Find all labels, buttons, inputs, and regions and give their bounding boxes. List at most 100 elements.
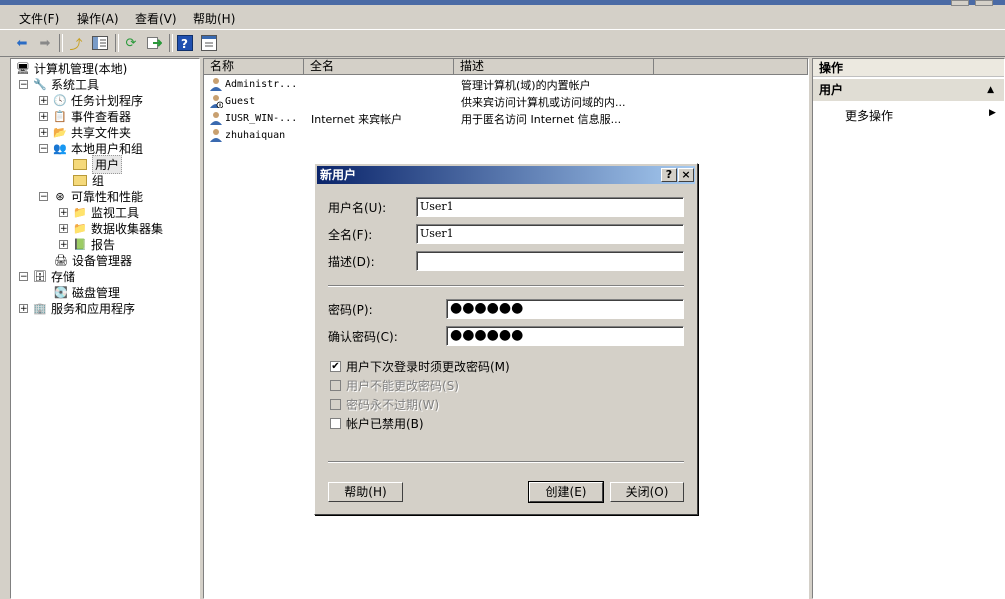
tree-item-disk-management[interactable]: 💽 磁盘管理 — [53, 284, 120, 300]
close-icon[interactable]: × — [678, 168, 694, 182]
fullname-field[interactable]: User1 — [416, 224, 684, 244]
tree-item-data-collector[interactable]: + 📁 数据收集器集 — [59, 220, 163, 236]
svg-text:?: ? — [181, 37, 188, 51]
up-icon[interactable]: ⤴ — [66, 33, 86, 53]
forward-icon[interactable]: ➡ — [35, 33, 55, 53]
expand-icon[interactable]: + — [39, 127, 48, 137]
back-icon[interactable]: ⬅ — [12, 33, 32, 53]
submenu-arrow-icon[interactable]: ▶ — [989, 108, 996, 118]
tree-label: 监视工具 — [91, 205, 140, 220]
tree-label: 存储 — [51, 269, 76, 284]
user-icon — [209, 128, 223, 142]
must-change-password-label: 用户下次登录时须更改密码(M) — [346, 360, 510, 374]
tree-item-storage[interactable]: − 🗄 存储 — [19, 268, 75, 284]
table-row[interactable]: zhuhaiquan — [209, 128, 799, 144]
menu-help[interactable]: 帮助(H) — [193, 10, 235, 27]
password-field[interactable]: ●●●●●● — [446, 299, 684, 319]
tree-label: 数据收集器集 — [91, 221, 164, 236]
device-manager-icon: 🖨 — [54, 253, 68, 267]
tree-item-monitoring-tools[interactable]: + 📁 监视工具 — [59, 204, 139, 220]
tree-item-system-tools[interactable]: − 🔧 系统工具 — [19, 76, 99, 92]
tree-item-reports[interactable]: + 📗 报告 — [59, 236, 115, 252]
expand-icon[interactable]: + — [59, 239, 68, 249]
cell-name: zhuhaiquan — [225, 130, 286, 141]
table-row[interactable]: Administr... 管理计算机(域)的内置帐户 — [209, 77, 799, 93]
export-icon[interactable] — [144, 33, 164, 53]
event-viewer-icon: 📋 — [53, 109, 67, 123]
actions-header: 操作 — [813, 59, 1004, 77]
expand-icon[interactable]: + — [19, 303, 28, 313]
new-user-dialog: 新用户 ? × 用户名(U): User1 全名(F): User1 描述(D)… — [314, 163, 698, 515]
confirm-password-label: 确认密码(C): — [328, 330, 398, 344]
collapse-icon[interactable]: − — [19, 271, 28, 281]
create-button[interactable]: 创建(E) — [528, 481, 604, 503]
menu-action[interactable]: 操作(A) — [77, 10, 119, 27]
collapse-icon[interactable]: − — [39, 191, 48, 201]
menu-view[interactable]: 查看(V) — [135, 10, 177, 27]
tree-item-local-users-groups[interactable]: − 👥 本地用户和组 — [39, 140, 143, 156]
account-disabled-label: 帐户已禁用(B) — [346, 417, 424, 431]
expand-icon[interactable]: + — [39, 95, 48, 105]
description-label: 描述(D): — [328, 255, 375, 269]
help-button[interactable]: 帮助(H) — [328, 482, 403, 502]
must-change-password-checkbox[interactable]: ✔ — [330, 361, 341, 372]
password-never-expires-checkbox[interactable] — [330, 399, 341, 410]
refresh-icon[interactable]: ⟳ — [121, 33, 141, 53]
description-field[interactable] — [416, 251, 684, 271]
tree-label: 设备管理器 — [72, 253, 133, 268]
more-actions-item[interactable]: 更多操作 — [845, 107, 893, 124]
column-header-description[interactable]: 描述 — [454, 59, 654, 75]
disk-icon: 💽 — [54, 285, 68, 299]
cannot-change-password-checkbox[interactable] — [330, 380, 341, 391]
user-icon — [209, 111, 223, 125]
expand-icon[interactable]: + — [59, 207, 68, 217]
cell-name: Administr... — [225, 79, 298, 90]
username-field[interactable]: User1 — [416, 197, 684, 217]
tree-label: 可靠性和性能 — [71, 189, 144, 204]
actions-section-users[interactable]: 用户 ▲ — [813, 79, 1004, 101]
actions-pane: 操作 用户 ▲ 更多操作 ▶ — [812, 58, 1005, 599]
table-row[interactable]: Guest 供来宾访问计算机或访问域的内... — [209, 94, 799, 110]
cell-description: 管理计算机(域)的内置帐户 — [461, 79, 591, 92]
folder-icon — [73, 174, 87, 186]
help-icon[interactable]: ? — [175, 33, 195, 53]
table-row[interactable]: IUSR_WIN-... Internet 来宾帐户 用于匿名访问 Intern… — [209, 111, 799, 127]
user-icon — [209, 77, 223, 91]
more-actions-label: 更多操作 — [845, 109, 894, 123]
tree-item-users[interactable]: 用户 — [73, 154, 123, 174]
password-never-expires-label: 密码永不过期(W) — [346, 398, 440, 412]
collapse-icon[interactable]: − — [19, 79, 28, 89]
tree-item-event-viewer[interactable]: + 📋 事件查看器 — [39, 108, 131, 124]
tree-item-task-scheduler[interactable]: + 🕓 任务计划程序 — [39, 92, 143, 108]
properties-icon[interactable] — [199, 33, 219, 53]
tree-item-computer-management[interactable]: 🖥 计算机管理(本地) — [15, 60, 127, 76]
tree-item-device-manager[interactable]: 🖨 设备管理器 — [53, 252, 132, 268]
column-header-fullname[interactable]: 全名 — [304, 59, 454, 75]
expand-icon[interactable]: + — [39, 111, 48, 121]
tree-item-reliability[interactable]: − ⊛ 可靠性和性能 — [39, 188, 143, 204]
menu-bar: 文件(F) 操作(A) 查看(V) 帮助(H) — [0, 6, 1005, 28]
column-header-name[interactable]: 名称 — [204, 59, 304, 75]
toolbar-separator — [115, 34, 119, 52]
collapse-arrow-icon[interactable]: ▲ — [987, 79, 994, 101]
window-title-strip — [0, 0, 1005, 6]
expand-icon[interactable]: + — [59, 223, 68, 233]
help-button-icon[interactable]: ? — [661, 168, 677, 182]
show-hide-tree-icon[interactable] — [90, 33, 110, 53]
tree-label: 任务计划程序 — [71, 93, 144, 108]
cell-description: 用于匿名访问 Internet 信息服... — [461, 113, 622, 126]
confirm-password-field[interactable]: ●●●●●● — [446, 326, 684, 346]
tree-item-services-apps[interactable]: + 🏢 服务和应用程序 — [19, 300, 135, 316]
account-disabled-checkbox[interactable] — [330, 418, 341, 429]
cell-description: 供来宾访问计算机或访问域的内... — [461, 96, 626, 109]
user-icon — [209, 94, 224, 109]
users-group-icon: 👥 — [53, 141, 67, 155]
tree-item-shared-folders[interactable]: + 📂 共享文件夹 — [39, 124, 131, 140]
dialog-titlebar: 新用户 ? × — [317, 166, 695, 184]
collapse-icon[interactable]: − — [39, 143, 48, 153]
cell-fullname: Internet 来宾帐户 — [311, 113, 403, 126]
cell-name: Guest — [225, 96, 256, 107]
close-button[interactable]: 关闭(O) — [610, 482, 684, 502]
tree-item-groups[interactable]: 组 — [73, 172, 104, 188]
menu-file[interactable]: 文件(F) — [19, 10, 59, 27]
